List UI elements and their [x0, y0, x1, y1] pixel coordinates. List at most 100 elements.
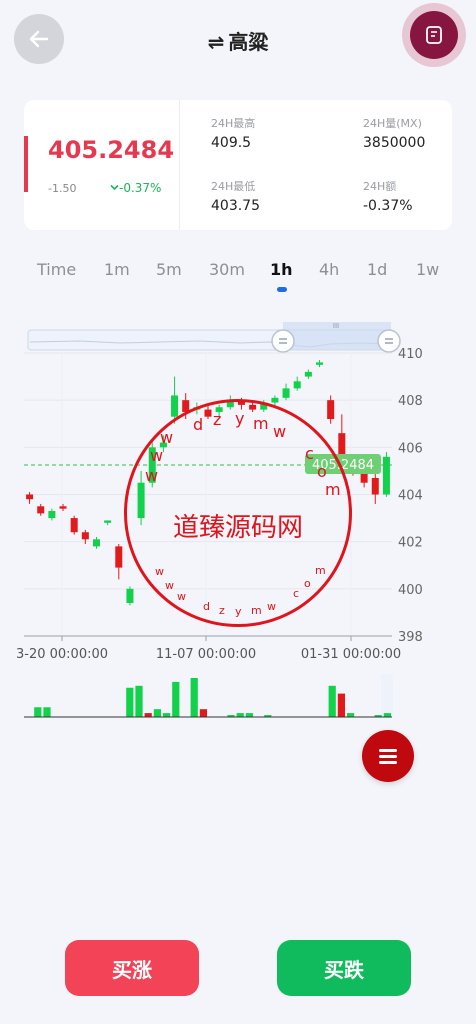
stat-value-24h-volume: 3850000: [363, 135, 426, 151]
order-book-button[interactable]: [402, 3, 466, 67]
tab-4h[interactable]: 4h: [319, 260, 339, 279]
chevron-down-icon: [110, 184, 119, 191]
price-change-percent: -0.37%: [110, 181, 161, 195]
page-title-text: 高粱: [228, 30, 269, 54]
volume-bar: [163, 713, 171, 717]
candle-body: [193, 407, 201, 410]
stat-label-24h-low: 24H最低: [211, 180, 256, 193]
stat-label-24h-high: 24H最高: [211, 117, 256, 130]
price-indicator-bar: [24, 136, 28, 192]
current-price-label: 405.2484: [312, 458, 374, 473]
candle-body: [92, 539, 100, 547]
candle-body: [304, 371, 312, 377]
candle-body: [271, 397, 279, 403]
volume-bar: [153, 709, 161, 717]
candle-body: [137, 482, 145, 519]
active-tab-indicator: [277, 287, 287, 292]
candle-body: [371, 477, 379, 495]
candle-body: [171, 395, 179, 417]
volume-bar: [383, 713, 391, 717]
tab-1w[interactable]: 1w: [416, 260, 439, 279]
volume-bar: [172, 681, 180, 717]
time-axis-label: 11-07 00:00:00: [156, 647, 256, 662]
swap-icon: ⇌: [207, 30, 225, 54]
price-axis-label: 410: [398, 347, 423, 362]
volume-bar: [337, 693, 345, 717]
volume-bar: [199, 709, 207, 717]
candle-body: [37, 506, 45, 514]
candle-body: [104, 520, 112, 523]
candle-body: [204, 409, 212, 417]
stat-value-24h-high: 409.5: [211, 135, 252, 151]
volume-bar: [126, 687, 134, 717]
tab-5m[interactable]: 5m: [156, 260, 182, 279]
candle-body: [327, 400, 335, 420]
tab-time[interactable]: Time: [37, 260, 76, 279]
kline-svg: III 410 408 406 404 402 400 398 3-20 00:00:00 11…: [16, 322, 423, 718]
candle-body: [70, 518, 78, 533]
stat-label-24h-volume: 24H量(MX): [363, 117, 422, 130]
last-price: 405.2484: [48, 136, 175, 164]
volume-bar: [328, 685, 336, 717]
kline-chart[interactable]: III 410 408 406 404 402 400 398 3-20 00:00:00 11…: [0, 300, 476, 740]
volume-bars: [24, 674, 393, 718]
candle-body: [159, 442, 167, 448]
candle-body: [182, 400, 190, 412]
candle-body: [226, 400, 234, 408]
candle-body: [59, 506, 67, 509]
volume-bar: [34, 707, 42, 717]
candle-body: [126, 588, 134, 603]
volume-bar: [236, 713, 244, 717]
candle-body: [260, 402, 268, 410]
volume-bar: [245, 713, 253, 717]
price-change: -1.50: [48, 182, 77, 195]
candle-body: [382, 456, 390, 495]
candle-body: [293, 381, 301, 389]
volume-bar: [43, 707, 51, 717]
tab-1h[interactable]: 1h: [270, 260, 293, 279]
price-axis-label: 408: [398, 394, 423, 409]
stat-value-24h-low: 403.75: [211, 198, 260, 214]
header: ⇌ 高粱: [0, 0, 476, 80]
price-grid: [24, 352, 392, 637]
candle-body: [249, 404, 257, 410]
tab-30m[interactable]: 30m: [209, 260, 245, 279]
price-axis-label: 406: [398, 441, 423, 456]
candle-body: [115, 546, 123, 568]
price-axis-label: 398: [398, 630, 423, 645]
price-change-percent-value: -0.37%: [119, 181, 162, 195]
candle-body: [81, 532, 89, 540]
buy-down-button[interactable]: 买跌: [277, 940, 411, 996]
candle-body: [48, 511, 56, 519]
navigator-right-handle[interactable]: [377, 329, 401, 353]
volume-bar: [190, 678, 198, 717]
time-axis-label: 01-31 00:00:00: [301, 647, 401, 662]
range-navigator[interactable]: III: [27, 322, 401, 353]
candle-body: [282, 388, 290, 398]
chart-menu-button[interactable]: [362, 730, 414, 782]
document-icon: [426, 26, 442, 44]
candle-body: [26, 494, 34, 500]
price-axis-label: 404: [398, 489, 423, 504]
time-axis-label: 3-20 00:00:00: [16, 647, 108, 662]
price-axis-label: 400: [398, 583, 423, 598]
current-price-marker: 405.2484: [24, 454, 392, 475]
buy-up-button[interactable]: 买涨: [65, 940, 199, 996]
tab-1m[interactable]: 1m: [104, 260, 130, 279]
period-tabs: Time 1m 5m 30m 1h 4h 1d 1w: [0, 256, 476, 296]
order-book-button-inner: [410, 11, 458, 59]
volume-bar: [347, 713, 355, 717]
price-axis-label: 402: [398, 536, 423, 551]
stat-value-24h-amount: -0.37%: [363, 198, 413, 214]
candles: [26, 360, 390, 606]
ticker-card: 405.2484 -1.50 -0.37% 24H最高 409.5 24H量(M…: [24, 100, 452, 230]
axes: 410 408 406 404 402 400 398 3-20 00:00:00 11-07 …: [16, 347, 423, 662]
candle-body: [215, 407, 223, 412]
volume-bar: [144, 713, 152, 717]
navigator-grip: III: [333, 322, 339, 330]
divider: [179, 100, 180, 230]
navigator-left-handle[interactable]: [271, 329, 295, 353]
candle-body: [237, 400, 245, 405]
volume-highlight: [381, 674, 393, 717]
tab-1d[interactable]: 1d: [367, 260, 387, 279]
